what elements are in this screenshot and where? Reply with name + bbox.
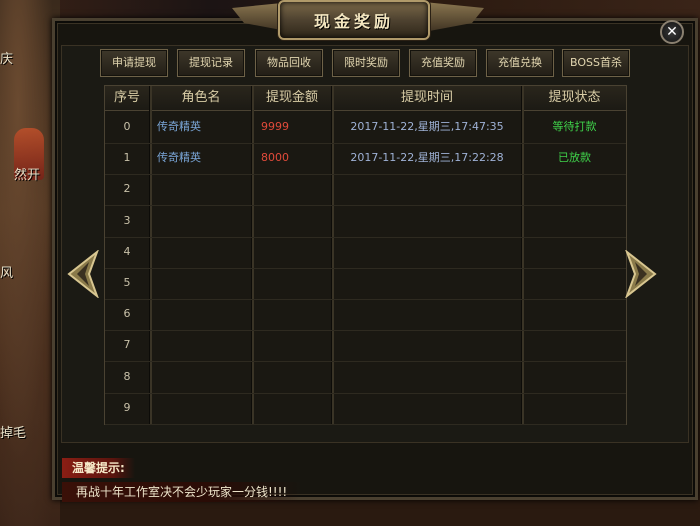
cell-index: 3	[123, 213, 131, 227]
table-row: 5	[105, 267, 626, 300]
cell-amount: 8000	[261, 151, 289, 165]
cell-role-name	[157, 361, 251, 393]
cell-role-name	[157, 298, 251, 330]
tip-bar: 温馨提示: 再战十年工作室决不会少玩家一分钱!!!!	[62, 458, 622, 506]
cell-status	[523, 329, 626, 361]
next-page-arrow-icon[interactable]	[625, 250, 657, 298]
table-row: 2	[105, 173, 626, 207]
scene-text-4: 掉毛	[0, 426, 27, 441]
cell-index: 5	[123, 276, 131, 289]
cell-index: 0	[123, 120, 131, 133]
cell-role-name	[157, 392, 251, 424]
cell-status	[523, 361, 626, 393]
cell-amount	[261, 236, 331, 268]
cell-amount	[261, 361, 331, 393]
tab-recharge-rewards[interactable]: 充值奖励	[409, 49, 477, 77]
withdraw-records-table: 序号 角色名 提现金额 提现时间 提现状态 0 传奇精英 9999 2017-11-2…	[104, 85, 627, 425]
cell-time	[333, 173, 521, 205]
tab-boss-first-kill[interactable]: BOSS首杀	[562, 49, 630, 77]
cell-index: 1	[123, 151, 131, 165]
cell-amount	[261, 329, 331, 361]
scene-text-3: 风	[0, 266, 14, 281]
cell-role-name: 传奇精英	[157, 120, 201, 133]
cell-status	[523, 392, 626, 424]
table-row: 3	[105, 205, 626, 238]
cell-role-name	[157, 329, 251, 361]
cell-time	[333, 236, 521, 268]
cell-role-name	[157, 236, 251, 268]
cell-amount	[261, 267, 331, 299]
cell-amount	[261, 298, 331, 330]
cell-status	[523, 298, 626, 330]
close-icon: ✕	[666, 24, 678, 40]
tab-withdraw-records[interactable]: 提现记录	[177, 49, 245, 77]
tab-recharge-exchange[interactable]: 充值兑换	[486, 49, 554, 77]
header-index: 序号	[105, 86, 149, 111]
cell-index: 4	[123, 244, 131, 258]
cell-role-name	[157, 267, 251, 299]
scene-text-2: 然开	[14, 168, 41, 183]
cell-time	[333, 392, 521, 424]
cell-index: 2	[123, 182, 131, 196]
cell-status	[523, 205, 626, 237]
table-row: 4	[105, 236, 626, 269]
tip-message: 再战十年工作室决不会少玩家一分钱!!!!	[62, 482, 302, 502]
cell-time	[333, 329, 521, 361]
header-amount: 提现金额	[253, 86, 331, 111]
scene-text-1: 庆	[0, 52, 14, 67]
cell-status	[523, 173, 626, 205]
cell-time: 2017-11-22,星期三,17:22:28	[350, 151, 504, 165]
table-row: 8	[105, 361, 626, 394]
tab-item-recycle[interactable]: 物品回收	[255, 49, 323, 77]
table-row: 9	[105, 392, 626, 425]
cell-role-name	[157, 205, 251, 237]
header-role-name: 角色名	[151, 86, 251, 111]
panel-title-text: 现金奖励	[313, 12, 394, 31]
tab-apply-withdraw[interactable]: 申请提现	[100, 49, 168, 77]
cell-time	[333, 361, 521, 393]
panel-title: 现金奖励	[278, 0, 430, 40]
tab-limited-rewards[interactable]: 限时奖励	[332, 49, 400, 77]
prev-page-arrow-icon[interactable]	[67, 250, 99, 298]
cell-status	[523, 267, 626, 299]
cell-status	[523, 236, 626, 268]
cell-index: 6	[123, 307, 131, 321]
table-row: 6	[105, 298, 626, 332]
cell-index: 9	[123, 400, 131, 414]
cell-amount	[261, 173, 331, 205]
cell-role-name	[157, 173, 251, 205]
cell-amount	[261, 392, 331, 424]
cell-amount	[261, 205, 331, 237]
cell-time: 2017-11-22,星期三,17:47:35	[350, 120, 504, 133]
close-button[interactable]: ✕	[660, 20, 684, 44]
cell-status: 已放款	[558, 151, 591, 165]
cell-time	[333, 298, 521, 330]
table-row: 7	[105, 329, 626, 363]
cell-amount: 9999	[261, 120, 289, 133]
cell-time	[333, 205, 521, 237]
table-row: 0 传奇精英 9999 2017-11-22,星期三,17:47:35 等待打款	[105, 111, 626, 144]
cell-index: 7	[123, 338, 131, 352]
header-time: 提现时间	[333, 86, 521, 111]
tip-label: 温馨提示:	[62, 458, 135, 478]
cell-index: 8	[123, 369, 131, 383]
cell-time	[333, 267, 521, 299]
cell-status: 等待打款	[552, 120, 597, 133]
cell-role-name: 传奇精英	[157, 151, 201, 165]
header-status: 提现状态	[523, 86, 626, 111]
table-row: 1 传奇精英 8000 2017-11-22,星期三,17:22:28 已放款	[105, 142, 626, 176]
